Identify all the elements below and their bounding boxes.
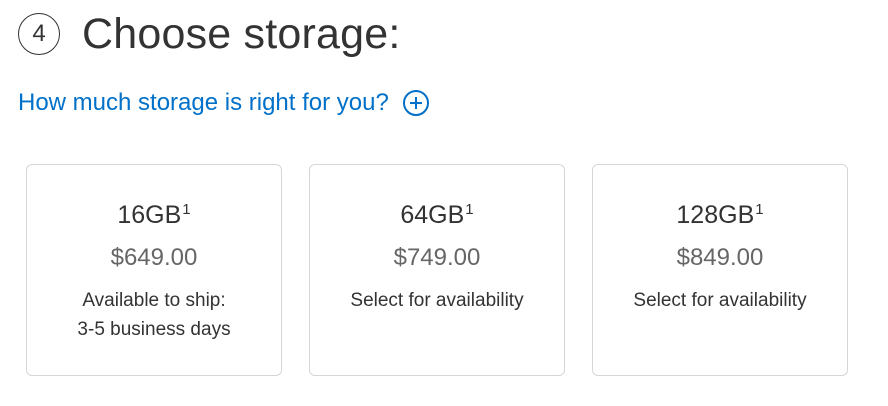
option-capacity: 64GB1 [400, 200, 474, 229]
footnote-marker: 1 [755, 200, 764, 218]
storage-help-link[interactable]: How much storage is right for you? [18, 89, 429, 117]
availability-line: Select for availability [633, 290, 807, 311]
availability-line: Select for availability [350, 290, 524, 311]
page-title: Choose storage: [82, 10, 401, 58]
storage-selection-page: 4 Choose storage: How much storage is ri… [0, 0, 888, 406]
availability-line: Available to ship: [82, 290, 226, 311]
option-price: $749.00 [393, 244, 481, 271]
footnote-marker: 1 [182, 200, 191, 218]
option-availability: Select for availability [633, 286, 806, 315]
plus-circle-icon[interactable] [402, 90, 429, 116]
option-availability: Select for availability [350, 286, 523, 315]
storage-help-link-label: How much storage is right for you? [18, 89, 389, 116]
option-price: $649.00 [110, 244, 198, 271]
option-price: $849.00 [676, 244, 764, 271]
step-header: 4 Choose storage: [18, 8, 401, 60]
storage-option-128gb[interactable]: 128GB1 $849.00 Select for availability [592, 164, 848, 376]
option-availability: Available to ship: 3-5 business days [77, 286, 230, 344]
storage-option-64gb[interactable]: 64GB1 $749.00 Select for availability [309, 164, 565, 376]
option-capacity: 128GB1 [676, 200, 764, 229]
availability-line: 3-5 business days [77, 319, 231, 340]
storage-options: 16GB1 $649.00 Available to ship: 3-5 bus… [26, 164, 848, 376]
step-number-badge: 4 [18, 13, 60, 55]
storage-option-16gb[interactable]: 16GB1 $649.00 Available to ship: 3-5 bus… [26, 164, 282, 376]
option-capacity: 16GB1 [117, 200, 191, 229]
footnote-marker: 1 [465, 200, 474, 218]
